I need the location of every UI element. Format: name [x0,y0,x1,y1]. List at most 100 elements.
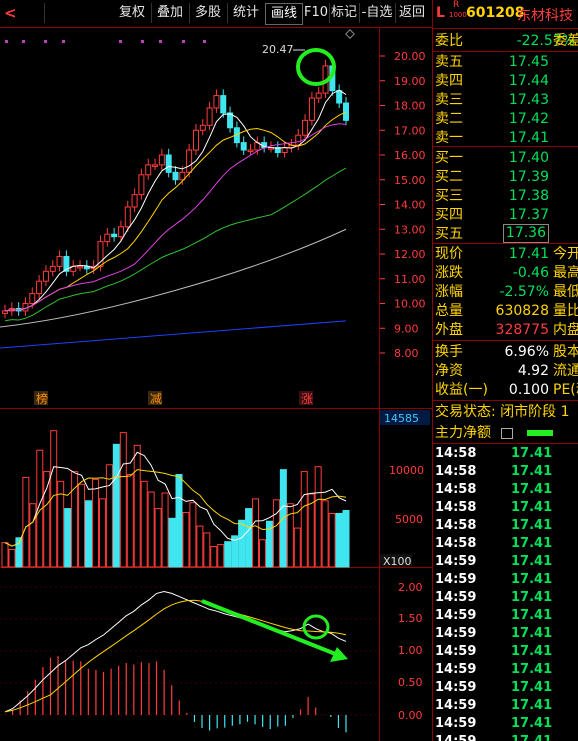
tick-price: 17.41 [511,590,553,605]
trade-status-row: 交易状态: 闭市阶段 1 [433,402,578,422]
draw-line-button[interactable]: 画线 [265,3,303,25]
volume-bar [78,483,86,568]
stats2-row: 净资 4.92流通 [433,361,578,381]
tick-price: 17.41 [511,482,553,497]
volume-bar [314,466,322,568]
stat-extra: 最高 [553,265,578,281]
candle-body [138,174,145,196]
tick-row: 14:59 17.41 [433,625,578,643]
tick-time: 14:59 [435,662,477,677]
overlay-button[interactable]: 叠加 [151,3,190,23]
volume-bar [182,511,190,568]
candle-body [281,147,288,154]
bid-row: 买四 17.37 [433,205,578,225]
mark-button[interactable]: 标记 [329,3,360,23]
candle-body [104,233,111,243]
volume-bar [29,503,37,568]
tick-time: 14:58 [435,536,477,551]
tick-row: 14:59 17.41 [433,715,578,733]
tick-row: 14:58 17.41 [433,499,578,517]
stat-extra: 今开 [553,246,578,262]
candle-body [336,90,343,104]
event-marker-bang[interactable]: 榜 [36,391,48,406]
stat-row: 总量 630828量比 [433,301,578,321]
multi-stock-button[interactable]: 多股 [189,3,228,23]
volume-bar [98,498,106,568]
volume-unit: X100 [383,555,412,568]
tick-time: 14:58 [435,464,477,479]
tick-price: 17.41 [511,572,553,587]
top-marker-dot [159,40,162,43]
kline-chart-area[interactable]: 20.00 19.00 18.00 17.00 16.00 15.00 14.00 13.00… [0,27,432,741]
tick-time: 14:59 [435,733,476,741]
volume-bar [293,527,301,568]
menu-icon[interactable] [501,428,513,439]
price-axis-label: 16.00 [394,149,426,162]
tick-row: 14:59 17.41 [433,643,578,661]
bid-label: 买五 [435,226,463,242]
return-button[interactable]: 返回 [395,3,429,23]
volume-bar [147,491,155,568]
top-marker-dot [182,40,185,43]
candle-body [152,164,159,167]
tick-time: 14:59 [435,716,477,731]
ask-label: 卖四 [435,73,463,89]
ask-label: 卖五 [435,54,463,70]
volume-bar [272,499,280,568]
price-axis-label: 17.00 [394,124,426,137]
stats2-row: 换手 6.96%股本 [433,342,578,362]
main-flow-label: 主力净额 [435,425,491,441]
tick-time: 14:59 [435,626,477,641]
ask-value: 17.44 [508,73,549,89]
ask-label: 卖二 [435,111,463,127]
candle-body [29,293,36,305]
volume-bar [307,493,315,568]
stat-extra: 最低 [553,284,578,300]
macd-axis-1-5: 1.50 [398,612,423,625]
add-watchlist-button[interactable]: -自选 [359,3,396,23]
tick-time: 14:59 [435,554,477,569]
stat-value: 630828 [495,303,549,319]
volume-bar [168,517,176,568]
volume-bar [175,474,183,568]
candle-body [158,154,165,166]
macd-axis-2: 2.00 [398,581,423,594]
tick-time: 14:58 [435,518,477,533]
candle-body [186,149,193,173]
tick-row: 14:58 17.41 [433,445,578,463]
bid-value: 17.38 [508,188,549,204]
candle-body [49,265,56,272]
quote-panel: L R 1000 601208 东材科技 委比 -22.57% 委差 卖五 17.… [432,0,578,741]
stat-row: 涨跌 -0.46最高 [433,263,578,283]
event-marker-zhang[interactable]: 涨 [301,391,313,406]
volume-bar [1,542,9,568]
main-flow-row[interactable]: 主力净额 [433,423,578,443]
volume-bar [328,512,336,568]
event-marker-jian[interactable]: 减 [150,392,162,406]
weidiff-label: 委差 [553,33,578,49]
statistics-button[interactable]: 统计 [227,3,266,23]
tick-price: 17.41 [511,536,553,551]
tick-price: 17.41 [511,500,553,515]
weibi-label: 委比 [435,33,463,49]
volume-bar [8,548,16,568]
tick-price: 17.41 [511,644,553,659]
price-axis-label: 8.00 [394,347,419,360]
volume-bar [300,471,308,568]
bid-value: 17.36 [502,224,549,243]
back-arrow-button[interactable]: < [0,3,45,23]
f10-button[interactable]: F10 [303,3,330,23]
stats2-extra: PE(动 [553,382,578,398]
price-axis-label: 12.00 [394,248,426,261]
diamond-icon[interactable] [345,29,355,39]
candle-body [302,119,309,136]
volume-bar [258,539,266,568]
macd-dea-line [4,599,347,713]
ma60-line [4,167,347,322]
candle-body [172,171,179,181]
fuquan-button[interactable]: 复权 [113,3,152,23]
volume-bar [238,519,246,568]
ask-label: 卖一 [435,130,463,146]
stat-label: 外盘 [435,322,463,338]
stat-label: 涨跌 [435,265,463,281]
